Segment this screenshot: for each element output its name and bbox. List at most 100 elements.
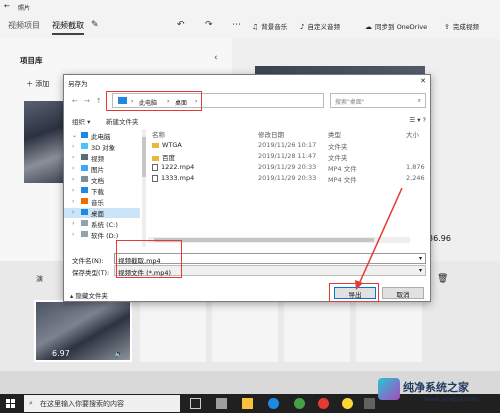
file-row[interactable]: 1222.mp4 2019/11/29 20:33 MP4 文件 1,876	[148, 163, 432, 173]
pencil-icon[interactable]: ✎	[91, 20, 99, 30]
app-icon[interactable]	[216, 398, 227, 409]
chevron-icon[interactable]: ›	[72, 143, 74, 150]
finish-video-button[interactable]: ⇪ 完成视频	[444, 21, 479, 31]
search-input[interactable]: 搜索"桌面" ⌕	[330, 93, 426, 108]
taskbar-search[interactable]: ⌕ 在这里输入你要搜索的内容	[24, 395, 180, 412]
add-button[interactable]: ＋ 添加	[26, 79, 49, 89]
cloud-icon: ☁	[365, 23, 372, 31]
column-type[interactable]: 类型	[328, 129, 341, 139]
chevron-icon[interactable]: ›	[72, 220, 74, 227]
back-arrow-icon[interactable]: ←	[4, 2, 10, 10]
music-icon	[81, 198, 88, 204]
app-icon[interactable]	[318, 398, 329, 409]
file-modified: 2019/11/26 10:17	[258, 141, 317, 149]
app-icon[interactable]	[342, 398, 353, 409]
hide-folders-toggle[interactable]: ▴ 隐藏文件夹	[70, 290, 108, 300]
tab-video-trim[interactable]: 视频截取	[52, 20, 84, 35]
nav-tree-label: 音乐	[91, 199, 104, 207]
app-toolbar: 视频项目 视频截取 ✎ ↶ ↷ ⋯ ♫ 背景音乐 ♪ 自定义音频 ☁ 同步到 OneD…	[0, 13, 500, 39]
file-row[interactable]: WTGA 2019/11/26 10:17 文件夹	[148, 141, 432, 151]
command-bar: 组织 ▾ 新建文件夹 ☰ ▾ ?	[64, 113, 432, 127]
chevron-icon[interactable]: ›	[72, 231, 74, 238]
nav-tree-label: 3D 对象	[91, 144, 116, 152]
red-highlight-filename	[116, 240, 182, 278]
chevron-icon[interactable]: ›	[72, 198, 74, 205]
clip-duration: 6.97	[52, 349, 70, 358]
file-name: 1222.mp4	[152, 163, 194, 171]
file-row[interactable]: 1333.mp4 2019/11/29 20:33 MP4 文件 2,246	[148, 174, 432, 184]
file-name: 百度	[152, 152, 175, 162]
navigation-pane: ⌄ 此电脑 › 3D 对象 › 视频 › 图片 › 文档 › 下载 › 音乐 › 桌面 › 系统 (C:) › 软件 …	[64, 129, 144, 247]
nav-tree-label: 视频	[91, 155, 104, 163]
background-music-button[interactable]: ♫ 背景音乐	[252, 21, 287, 31]
wechat-icon[interactable]	[294, 398, 305, 409]
chevron-icon[interactable]: ›	[72, 209, 74, 216]
edge-icon[interactable]	[268, 398, 279, 409]
collapse-chevron-icon[interactable]: ‹	[214, 53, 218, 63]
nav-tree-item[interactable]: › 音乐	[64, 197, 140, 207]
storyboard-slot[interactable]	[212, 300, 278, 362]
nav-tree-item[interactable]: › 下载	[64, 186, 140, 196]
sync-onedrive-button[interactable]: ☁ 同步到 OneDrive	[365, 21, 427, 31]
cube-icon	[81, 143, 88, 149]
nav-pane-scrollbar[interactable]	[142, 129, 146, 247]
chevron-icon[interactable]: ›	[72, 176, 74, 183]
file-type: MP4 文件	[328, 165, 357, 173]
storyboard-slot[interactable]	[284, 300, 350, 362]
site-watermark: 纯净系统之家 www.ycwjsy.com	[378, 374, 498, 410]
storyboard-slot[interactable]	[140, 300, 206, 362]
up-icon[interactable]: ↑	[96, 97, 102, 105]
undo-icon[interactable]: ↶	[177, 20, 185, 30]
nav-tree-item[interactable]: › 视频	[64, 153, 140, 163]
forward-icon[interactable]: →	[84, 97, 90, 105]
photos-icon[interactable]	[364, 398, 375, 409]
file-explorer-icon[interactable]	[242, 398, 253, 409]
nav-tree-label: 系统 (C:)	[91, 221, 118, 229]
nav-tree-item[interactable]: › 系统 (C:)	[64, 219, 140, 229]
close-icon[interactable]: ✕	[420, 77, 426, 85]
drive-icon	[81, 231, 88, 237]
red-highlight-address	[106, 91, 202, 111]
redo-icon[interactable]: ↷	[205, 20, 213, 30]
chevron-icon[interactable]: ›	[72, 187, 74, 194]
trash-icon[interactable]: 🗑	[437, 274, 448, 284]
column-name[interactable]: 名称	[152, 129, 165, 139]
filename-dropdown-icon[interactable]: ▾	[419, 255, 422, 262]
file-row[interactable]: 百度 2019/11/28 11:47 文件夹	[148, 152, 432, 162]
export-icon: ⇪	[444, 23, 450, 31]
new-folder-button[interactable]: 新建文件夹	[106, 116, 139, 126]
red-highlight-save	[329, 283, 379, 302]
tab-video-project[interactable]: 视频项目	[8, 20, 40, 31]
video-icon	[81, 154, 88, 160]
windows-start-icon[interactable]	[6, 399, 15, 408]
column-size[interactable]: 大小	[406, 129, 419, 139]
nav-tree-label: 文档	[91, 177, 104, 185]
column-modified[interactable]: 修改日期	[258, 129, 284, 139]
custom-audio-button[interactable]: ♪ 自定义音频	[300, 21, 340, 31]
chevron-icon[interactable]: ⌄	[72, 132, 77, 139]
file-list: 名称 修改日期 类型 大小 WTGA 2019/11/26 10:17 文件夹 百度 2…	[148, 127, 432, 249]
file-size: 2,246	[406, 174, 425, 182]
more-icon[interactable]: ⋯	[232, 20, 241, 30]
storyboard-label: 演	[36, 275, 43, 283]
nav-tree-item[interactable]: › 桌面	[64, 208, 140, 218]
savetype-dropdown-icon[interactable]: ▾	[419, 267, 422, 274]
nav-tree-item[interactable]: › 图片	[64, 164, 140, 174]
organize-menu[interactable]: 组织 ▾	[72, 116, 90, 126]
task-view-icon[interactable]	[190, 398, 201, 409]
back-icon[interactable]: ←	[72, 97, 78, 105]
nav-tree-item[interactable]: ⌄ 此电脑	[64, 131, 140, 141]
storyboard-clip[interactable]: 6.97 🔈	[34, 300, 132, 362]
savetype-label: 保存类型(T):	[72, 269, 110, 277]
view-options-icon[interactable]: ☰ ▾ ?	[409, 116, 426, 124]
cancel-button[interactable]: 取消	[382, 287, 424, 299]
chevron-icon[interactable]: ›	[72, 165, 74, 172]
volume-icon[interactable]: 🔈	[114, 349, 124, 358]
file-list-scrollbar[interactable]	[148, 237, 410, 243]
nav-tree-item[interactable]: › 文档	[64, 175, 140, 185]
storyboard-slot[interactable]	[356, 300, 422, 362]
nav-tree-item[interactable]: › 3D 对象	[64, 142, 140, 152]
nav-tree-item[interactable]: › 软件 (D:)	[64, 230, 140, 240]
library-thumbnail[interactable]	[24, 101, 66, 183]
chevron-icon[interactable]: ›	[72, 154, 74, 161]
